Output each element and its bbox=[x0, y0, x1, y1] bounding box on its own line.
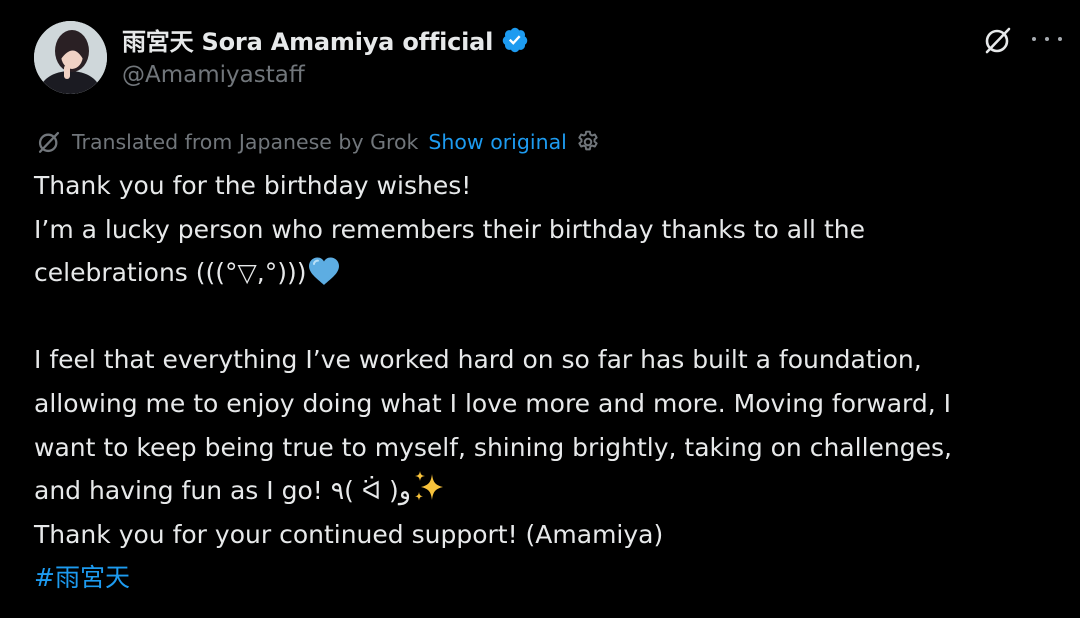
gear-icon[interactable] bbox=[575, 129, 601, 155]
author-display-name[interactable]: 雨宮天 Sora Amamiya official bbox=[122, 22, 493, 57]
grok-icon[interactable] bbox=[982, 24, 1014, 56]
tweet-text-line: allowing me to enjoy doing what I love m… bbox=[34, 388, 952, 418]
tweet-text-line: and having fun as I go! ٩( ᐛ )و bbox=[34, 469, 1064, 513]
tweet: 雨宮天 Sora Amamiya official @Amamiyastaff … bbox=[0, 0, 1080, 618]
verified-badge-icon bbox=[502, 27, 528, 52]
tweet-text-line: Thank you for the birthday wishes! bbox=[34, 171, 472, 200]
translated-label: Translated from Japanese by Grok bbox=[72, 130, 419, 154]
translation-bar: Translated from Japanese by Grok Show or… bbox=[36, 126, 601, 158]
tweet-text-segment: and having fun as I go! ٩( ᐛ )و bbox=[34, 476, 411, 506]
author-name-row: 雨宮天 Sora Amamiya official bbox=[122, 22, 529, 57]
tweet-text-line: want to keep being true to myself, shini… bbox=[34, 432, 952, 462]
tweet-text-line: I’m a lucky person who remembers their b… bbox=[34, 214, 865, 244]
blue-heart-emoji bbox=[309, 257, 340, 286]
tweet-text-line: Thank you for your continued support! (A… bbox=[34, 519, 664, 549]
tweet-text-line: I feel that everything I’ve worked hard … bbox=[34, 345, 922, 375]
avatar[interactable] bbox=[34, 21, 107, 94]
show-original-link[interactable]: Show original bbox=[428, 130, 566, 154]
sparkles-emoji bbox=[414, 471, 443, 501]
tweet-text-line: celebrations (((°▽,°))) bbox=[34, 251, 1064, 295]
more-icon[interactable] bbox=[1032, 26, 1062, 52]
author-handle[interactable]: @Amamiyastaff bbox=[122, 62, 305, 88]
tweet-text-segment: celebrations (((°▽,°))) bbox=[34, 258, 307, 288]
grok-translate-icon bbox=[38, 131, 60, 153]
hashtag-link[interactable]: #雨宮天 bbox=[34, 556, 1064, 600]
tweet-text: Thank you for the birthday wishes! I’m a… bbox=[34, 164, 1064, 600]
